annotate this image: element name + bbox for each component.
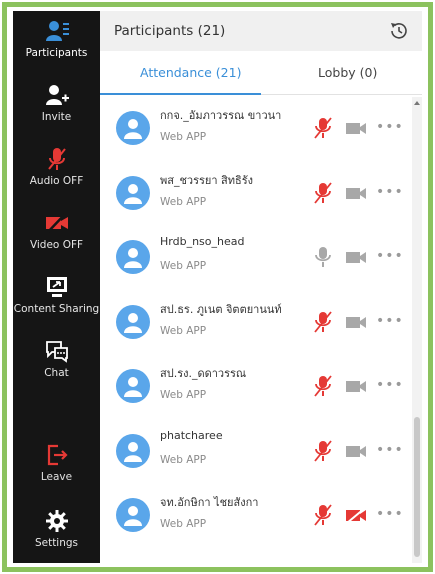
participant-name: สป.ธร. ภูเนต จิตตยานนท์	[160, 302, 282, 316]
avatar	[116, 111, 150, 145]
camera-icon[interactable]	[345, 121, 367, 136]
avatar	[116, 175, 150, 210]
participants-panel: Participants (21) Attendance (21) Lobby …	[100, 11, 422, 563]
more-options-icon[interactable]: •••	[376, 442, 404, 458]
camera-off-icon	[45, 212, 68, 234]
chat-bubbles-icon	[45, 341, 68, 363]
participant-name: จท.อักษิกา ไชยสังกา	[160, 496, 259, 509]
microphone-icon[interactable]	[314, 246, 332, 268]
person-icon	[124, 119, 142, 139]
video-label: Video OFF	[29, 239, 84, 251]
scroll-up-arrow[interactable]	[414, 101, 420, 105]
leave-label: Leave	[40, 471, 73, 483]
participants-icon	[45, 21, 69, 41]
leave-button[interactable]: Leave	[13, 443, 100, 483]
person-icon	[124, 377, 142, 397]
person-icon	[124, 506, 142, 526]
camera-icon[interactable]	[345, 250, 367, 265]
microphone-muted-icon[interactable]	[314, 375, 332, 397]
camera-icon[interactable]	[345, 444, 367, 459]
avatar	[116, 369, 150, 403]
participants-button[interactable]: Participants	[13, 19, 100, 59]
panel-header: Participants (21)	[100, 11, 422, 51]
participant-row[interactable]: สป.ธร. ภูเนต จิตตยานนท์ Web APP •••	[100, 291, 412, 355]
participant-name: พส_ชวรรยา สิทธิรัง	[160, 173, 254, 187]
participant-name: สป.รง._ดดาวรรณ	[160, 367, 247, 380]
participants-label: Participants	[25, 47, 88, 59]
more-options-icon[interactable]: •••	[376, 506, 404, 522]
participant-list: กกจ._อัมภาวรรณ ขาวนา Web APP ••• พส_ชวรรยา …	[100, 97, 412, 563]
chat-button[interactable]: Chat	[13, 339, 100, 379]
audio-toggle-button[interactable]: Audio OFF	[13, 147, 100, 187]
microphone-muted-icon[interactable]	[314, 310, 332, 333]
chat-label: Chat	[44, 367, 69, 379]
participant-client: Web APP	[160, 453, 207, 466]
microphone-muted-icon[interactable]	[314, 504, 332, 526]
participant-name: Hrdb_nso_head	[160, 235, 245, 248]
person-icon	[124, 312, 142, 333]
invite-label: Invite	[41, 111, 72, 123]
person-icon	[124, 441, 142, 462]
settings-label: Settings	[34, 537, 79, 549]
avatar	[116, 433, 150, 468]
participant-row[interactable]: Hrdb_nso_head Web APP •••	[100, 226, 412, 290]
active-tab-indicator	[100, 93, 261, 95]
person-icon	[124, 248, 142, 268]
participant-client: Web APP	[160, 131, 207, 143]
camera-icon[interactable]	[345, 379, 367, 394]
gear-icon	[45, 510, 68, 532]
participant-tabs: Attendance (21) Lobby (0)	[100, 51, 422, 95]
avatar	[116, 240, 150, 274]
microphone-muted-icon[interactable]	[314, 439, 332, 462]
participant-row[interactable]: พส_ชวรรยา สิทธิรัง Web APP •••	[100, 162, 412, 226]
more-options-icon[interactable]: •••	[376, 313, 404, 329]
left-toolbar: Participants Invite Audio OFF Video OFF	[13, 11, 100, 563]
participant-name: กกจ._อัมภาวรรณ ขาวนา	[160, 109, 282, 122]
participant-row[interactable]: กกจ._อัมภาวรรณ ขาวนา Web APP •••	[100, 97, 412, 161]
participant-row[interactable]: สป.รง._ดดาวรรณ Web APP •••	[100, 355, 412, 419]
panel-title: Participants (21)	[114, 23, 226, 39]
video-toggle-button[interactable]: Video OFF	[13, 211, 100, 251]
participant-client: Web APP	[160, 518, 207, 530]
exit-door-icon	[47, 444, 68, 466]
camera-icon[interactable]	[345, 315, 367, 330]
participant-client: Web APP	[160, 324, 207, 337]
settings-button[interactable]: Settings	[13, 509, 100, 549]
content-sharing-label: Content Sharing	[13, 303, 100, 315]
avatar	[116, 498, 150, 532]
scrollbar[interactable]	[412, 97, 422, 563]
microphone-muted-icon	[47, 148, 66, 170]
microphone-muted-icon[interactable]	[314, 117, 332, 139]
camera-icon[interactable]	[345, 186, 367, 201]
camera-off-icon[interactable]	[345, 507, 367, 524]
content-sharing-button[interactable]: Content Sharing	[13, 275, 100, 315]
more-options-icon[interactable]: •••	[376, 184, 404, 200]
participant-client: Web APP	[160, 195, 207, 208]
participant-client: Web APP	[160, 389, 207, 401]
invite-button[interactable]: Invite	[13, 83, 100, 123]
add-person-icon	[45, 85, 69, 105]
scrollbar-thumb[interactable]	[414, 417, 420, 557]
more-options-icon[interactable]: •••	[376, 119, 404, 135]
more-options-icon[interactable]: •••	[376, 248, 404, 264]
audio-label: Audio OFF	[29, 175, 84, 187]
participant-client: Web APP	[160, 260, 207, 272]
microphone-muted-icon[interactable]	[314, 181, 332, 204]
participant-row[interactable]: phatcharee Web APP •••	[100, 420, 412, 484]
participant-name: phatcharee	[160, 428, 223, 442]
history-icon[interactable]	[388, 20, 410, 42]
person-icon	[124, 183, 142, 204]
screen-share-icon	[46, 277, 67, 297]
tab-lobby[interactable]: Lobby (0)	[318, 65, 377, 80]
more-options-icon[interactable]: •••	[376, 377, 404, 393]
tab-attendance[interactable]: Attendance (21)	[140, 65, 241, 80]
participant-row[interactable]: จท.อักษิกา ไชยสังกา Web APP •••	[100, 484, 412, 548]
avatar	[116, 304, 150, 339]
